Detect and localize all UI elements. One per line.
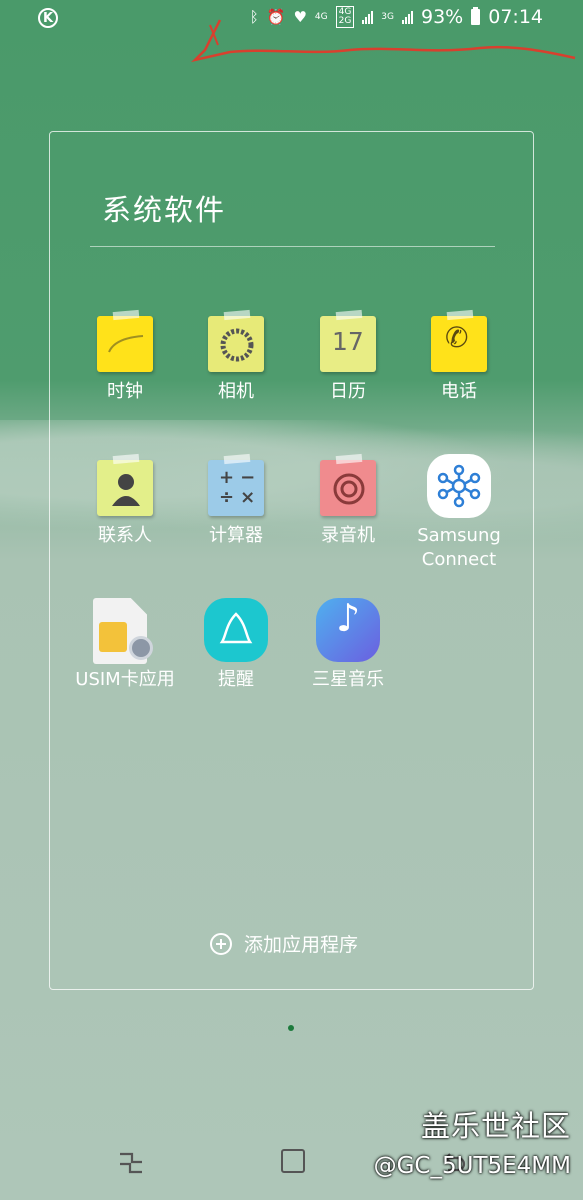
app-label: 计算器 bbox=[209, 525, 263, 546]
k-app-icon: K bbox=[38, 8, 58, 28]
app-label: 联系人 bbox=[98, 525, 152, 546]
app-label: 电话 bbox=[441, 381, 477, 402]
app-label: 日历 bbox=[330, 381, 366, 402]
app-clock[interactable]: 时钟 bbox=[69, 309, 181, 404]
sim-card-icon bbox=[93, 598, 157, 664]
app-voice-recorder[interactable]: 录音机 bbox=[292, 453, 404, 548]
add-apps-button[interactable]: 添加应用程序 bbox=[210, 930, 358, 957]
app-camera[interactable]: 相机 bbox=[180, 309, 292, 404]
app-usim[interactable]: USIM卡应用 bbox=[69, 598, 181, 692]
battery-icon bbox=[471, 7, 481, 25]
bluetooth-icon: ᛒ bbox=[249, 8, 259, 26]
watermark-title: 盖乐世社区 bbox=[420, 1109, 571, 1143]
recorder-icon bbox=[316, 453, 380, 518]
app-label: 提醒 bbox=[218, 669, 254, 690]
add-apps-label: 添加应用程序 bbox=[244, 934, 359, 956]
health-icon: ♥ bbox=[293, 8, 307, 26]
calendar-date: 17 bbox=[332, 327, 364, 356]
folder-title[interactable]: 系统软件 bbox=[102, 187, 226, 229]
app-samsung-music[interactable]: ♪ 三星音乐 bbox=[292, 598, 404, 692]
samsung-connect-icon bbox=[427, 454, 491, 518]
calculator-icon: +− ÷× bbox=[204, 453, 268, 518]
network-4g-indicator: 4G bbox=[314, 11, 328, 22]
signal-icon bbox=[362, 10, 374, 24]
alarm-icon: ⏰ bbox=[266, 8, 286, 26]
page-indicator bbox=[288, 1025, 294, 1031]
network-3g-indicator: 3G bbox=[381, 11, 394, 22]
phone-icon: ✆ bbox=[427, 309, 491, 374]
clock-time: 07:14 bbox=[488, 6, 543, 28]
app-label: 录音机 bbox=[321, 525, 375, 546]
app-label: 相机 bbox=[218, 381, 254, 402]
app-phone[interactable]: ✆ 电话 bbox=[403, 309, 515, 404]
contacts-icon bbox=[93, 453, 157, 518]
app-samsung-connect[interactable]: Samsung Connect bbox=[403, 454, 515, 572]
app-label: 时钟 bbox=[107, 381, 143, 402]
app-calendar[interactable]: 17 日历 bbox=[292, 309, 404, 404]
home-icon[interactable] bbox=[281, 1149, 305, 1173]
signal-icon-2 bbox=[402, 10, 413, 24]
plus-circle-icon bbox=[210, 932, 232, 955]
calendar-icon: 17 bbox=[316, 309, 380, 374]
reminder-icon bbox=[204, 598, 268, 662]
clock-icon bbox=[93, 309, 157, 374]
battery-percentage: 93% bbox=[421, 6, 464, 28]
music-icon: ♪ bbox=[316, 598, 380, 662]
watermark-user: @GC_5UT5E4MM bbox=[373, 1153, 571, 1179]
app-label: USIM卡应用 bbox=[75, 669, 175, 690]
recent-apps-icon[interactable] bbox=[118, 1150, 144, 1176]
status-bar: K ᛒ ⏰ ♥ 4G 4G 2G 3G 93% 07:14 bbox=[0, 0, 583, 63]
app-contacts[interactable]: 联系人 bbox=[69, 453, 181, 548]
folder-divider bbox=[90, 246, 495, 247]
app-reminder[interactable]: 提醒 bbox=[180, 598, 292, 692]
app-calculator[interactable]: +− ÷× 计算器 bbox=[180, 453, 292, 548]
app-folder: 系统软件 时钟 相机 17 日历 ✆ 电话 联系人 +− ÷× 计算器 录音机 … bbox=[49, 131, 534, 990]
app-label: Samsung Connect bbox=[417, 525, 501, 570]
network-dual-indicator: 4G 2G bbox=[335, 6, 355, 28]
app-label: 三星音乐 bbox=[312, 669, 384, 690]
camera-icon bbox=[204, 309, 268, 374]
watermark: 盖乐世社区 @GC_5UT5E4MM bbox=[374, 1103, 571, 1179]
